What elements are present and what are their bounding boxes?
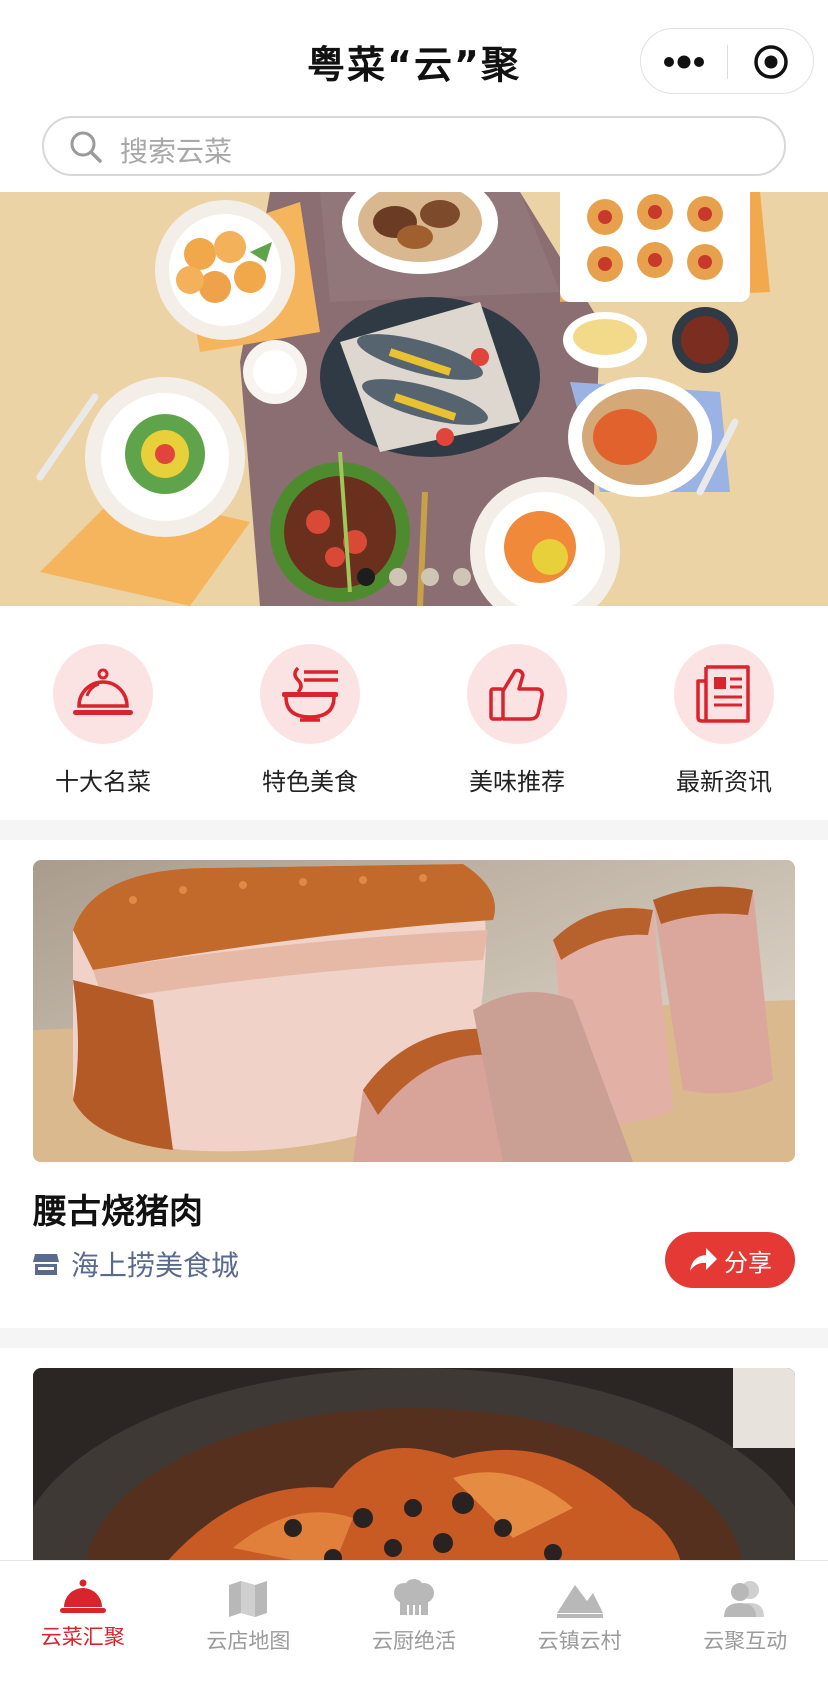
- shop-link[interactable]: 海上捞美食城: [33, 1244, 239, 1284]
- close-miniprogram-button[interactable]: [728, 29, 814, 95]
- dish-card[interactable]: 腰古烧猪肉 海上捞美食城 分享: [0, 840, 828, 1328]
- shop-name: 海上捞美食城: [71, 1249, 240, 1282]
- miniprogram-capsule: [640, 28, 814, 94]
- search-placeholder: 搜索云菜: [120, 135, 233, 168]
- dish-card[interactable]: [0, 1348, 828, 1560]
- category-top-ten-dishes[interactable]: 十大名菜: [28, 644, 178, 797]
- tab-label: 云店地图: [206, 1629, 291, 1653]
- nav-header: 粤菜“云”聚: [0, 0, 828, 112]
- carousel-indicator: [0, 568, 828, 586]
- tab-label: 云菜汇聚: [40, 1625, 125, 1649]
- category-grid: 十大名菜 特色美食 美味推荐 最新资讯: [0, 606, 828, 820]
- tab-interaction[interactable]: 云聚互动: [662, 1561, 828, 1684]
- roast-pork-photo: [33, 860, 795, 1162]
- dish-image[interactable]: [33, 860, 795, 1162]
- category-label: 十大名菜: [55, 768, 151, 796]
- bottom-tab-bar: 云菜汇聚 云店地图 云厨绝活 云镇云村 云聚互动: [0, 1560, 828, 1684]
- carousel-dot-active[interactable]: [357, 568, 375, 586]
- category-label: 特色美食: [262, 768, 358, 796]
- claypot-dish-photo: [33, 1368, 795, 1560]
- category-icon-wrap: [260, 644, 360, 744]
- news-icon: [696, 665, 750, 723]
- dish-title: 腰古烧猪肉: [33, 1192, 203, 1232]
- tab-store-map[interactable]: 云店地图: [166, 1561, 332, 1684]
- chef-hat-icon: [393, 1579, 434, 1615]
- carousel-dot[interactable]: [453, 568, 471, 586]
- category-latest-news[interactable]: 最新资讯: [649, 644, 799, 797]
- tab-towns-villages[interactable]: 云镇云村: [497, 1561, 663, 1684]
- target-close-icon: [754, 45, 788, 79]
- category-specialty-food[interactable]: 特色美食: [235, 644, 385, 797]
- share-arrow-icon: [690, 1248, 717, 1271]
- category-icon-wrap: [674, 644, 774, 744]
- share-label: 分享: [724, 1248, 772, 1277]
- carousel-dot[interactable]: [421, 568, 439, 586]
- more-options-button[interactable]: [641, 29, 727, 95]
- dish-image[interactable]: [33, 1368, 795, 1560]
- category-label: 最新资讯: [676, 768, 772, 796]
- section-divider: [0, 1328, 828, 1348]
- carousel-dot[interactable]: [389, 568, 407, 586]
- users-icon: [724, 1581, 765, 1617]
- category-label: 美味推荐: [469, 768, 565, 796]
- map-icon: [229, 1581, 268, 1617]
- share-button[interactable]: 分享: [665, 1232, 795, 1288]
- cloche-icon: [59, 1579, 106, 1613]
- store-icon: [33, 1254, 59, 1275]
- more-dots-icon: [664, 55, 704, 69]
- mountain-icon: [556, 1585, 603, 1618]
- tab-label: 云镇云村: [537, 1629, 622, 1653]
- category-icon-wrap: [467, 644, 567, 744]
- noodle-bowl-icon: [282, 666, 338, 722]
- search-icon: [70, 131, 102, 163]
- category-recommended[interactable]: 美味推荐: [442, 644, 592, 797]
- category-icon-wrap: [53, 644, 153, 744]
- tab-label: 云厨绝活: [371, 1629, 456, 1653]
- banner-food-illustration: [0, 192, 828, 606]
- section-divider: [0, 820, 828, 840]
- tab-dishes[interactable]: 云菜汇聚: [0, 1561, 166, 1684]
- tab-label: 云聚互动: [703, 1629, 788, 1653]
- cloche-icon: [73, 668, 133, 715]
- search-bar[interactable]: 搜索云菜: [42, 116, 786, 176]
- tab-chef-skills[interactable]: 云厨绝活: [331, 1561, 497, 1684]
- thumbs-up-icon: [489, 668, 544, 721]
- banner-carousel[interactable]: [0, 192, 828, 606]
